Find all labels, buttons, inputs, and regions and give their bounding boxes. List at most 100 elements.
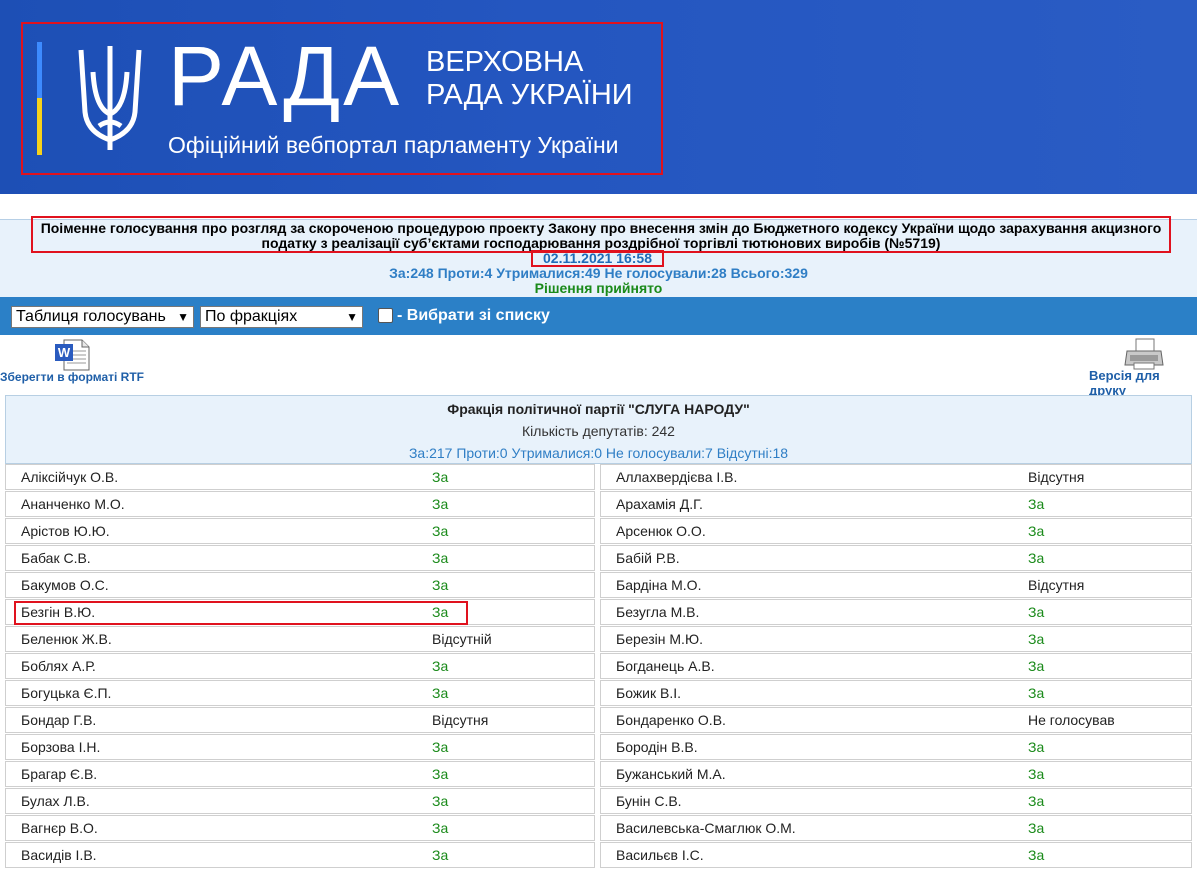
vote-value: За: [1028, 766, 1045, 782]
table-row: Безугла М.В. За: [600, 599, 1192, 625]
vote-value: За: [432, 469, 449, 485]
logo-block[interactable]: РАДА ВЕРХОВНА РАДА УКРАЇНИ Офіційний веб…: [21, 22, 663, 175]
vote-decision: Рішення прийнято: [534, 280, 663, 296]
vote-value: За: [432, 685, 449, 701]
choose-from-list-checkbox[interactable]: [378, 308, 393, 323]
vote-value: За: [1028, 631, 1045, 647]
table-row: Бондар Г.В. Відсутня: [5, 707, 595, 733]
trident-icon: [78, 46, 142, 150]
group-select[interactable]: По фракціях ▼: [200, 306, 363, 328]
group-select-value: По фракціях: [205, 308, 298, 325]
deputy-name: Васильєв І.С.: [616, 847, 704, 863]
vote-value: За: [432, 577, 449, 593]
chevron-down-icon: ▼: [346, 310, 358, 324]
table-row: Бакумов О.С. За: [5, 572, 595, 598]
table-row: Бужанський М.А. За: [600, 761, 1192, 787]
table-row: Васидів І.В. За: [5, 842, 595, 868]
deputy-name: Бунін С.В.: [616, 793, 682, 809]
logo-word: РАДА: [168, 29, 403, 123]
vote-value: За: [432, 766, 449, 782]
table-row: Бородін В.В. За: [600, 734, 1192, 760]
deputies-left-column: Аліксійчук О.В. За Ананченко М.О. За Аріст…: [5, 464, 595, 869]
table-row: Бунін С.В. За: [600, 788, 1192, 814]
deputy-name: Арахамія Д.Г.: [616, 496, 703, 512]
deputy-name: Бондаренко О.В.: [616, 712, 726, 728]
save-rtf-link[interactable]: Зберегти в форматі RTF: [0, 370, 144, 384]
table-row: Вагнєр В.О. За: [5, 815, 595, 841]
svg-text:W: W: [58, 345, 71, 360]
vote-value: За: [1028, 739, 1045, 755]
vote-value: За: [432, 847, 449, 863]
org-name: ВЕРХОВНА РАДА УКРАЇНИ: [426, 46, 633, 112]
deputy-name: Божик В.І.: [616, 685, 682, 701]
deputy-name: Арсенюк О.О.: [616, 523, 706, 539]
table-row: Березін М.Ю. За: [600, 626, 1192, 652]
table-row: Аліксійчук О.В. За: [5, 464, 595, 490]
table-row: Бабій Р.В. За: [600, 545, 1192, 571]
site-banner: РАДА ВЕРХОВНА РАДА УКРАЇНИ Офіційний веб…: [0, 0, 1197, 194]
table-row: Брагар Є.В. За: [5, 761, 595, 787]
deputies-right-column: Аллахвердієва І.В. Відсутня Арахамія Д.Г.…: [600, 464, 1192, 869]
vote-value: За: [1028, 847, 1045, 863]
row-highlight: [14, 601, 468, 625]
deputy-name: Бабак С.В.: [21, 550, 91, 566]
vote-value: За: [432, 523, 449, 539]
table-row: Беленюк Ж.В. Відсутній: [5, 626, 595, 652]
table-row: Боблях А.Р. За: [5, 653, 595, 679]
vote-value: За: [1028, 793, 1045, 809]
view-select-value: Таблиця голосувань: [16, 308, 166, 325]
word-document-icon[interactable]: W: [54, 339, 90, 371]
table-row: Булах Л.В. За: [5, 788, 595, 814]
vote-value: За: [432, 739, 449, 755]
table-row: Богуцька Є.П. За: [5, 680, 595, 706]
vote-value: За: [1028, 496, 1045, 512]
vote-value: За: [432, 550, 449, 566]
deputy-name: Аллахвердієва І.В.: [616, 469, 738, 485]
deputy-name: Бородін В.В.: [616, 739, 698, 755]
portal-title: Офіційний вебпортал парламенту України: [168, 132, 619, 158]
deputy-name: Безугла М.В.: [616, 604, 700, 620]
vote-value: Відсутня: [1028, 469, 1085, 485]
deputy-name: Васидів І.В.: [21, 847, 97, 863]
vote-value: Відсутня: [1028, 577, 1085, 593]
deputy-name: Брагар Є.В.: [21, 766, 98, 782]
print-version-link[interactable]: Версія для друку: [1089, 368, 1197, 398]
vote-value: За: [1028, 658, 1045, 674]
table-row: Богданець А.В. За: [600, 653, 1192, 679]
deputy-name: Боблях А.Р.: [21, 658, 96, 674]
vote-value: За: [1028, 820, 1045, 836]
deputy-name: Богуцька Є.П.: [21, 685, 112, 701]
deputy-name: Бужанський М.А.: [616, 766, 726, 782]
table-row: Бондаренко О.В. Не голосував: [600, 707, 1192, 733]
table-row: Арістов Ю.Ю. За: [5, 518, 595, 544]
deputy-name: Ананченко М.О.: [21, 496, 125, 512]
vote-value: Відсутня: [432, 712, 489, 728]
faction-count: Кількість депутатів: 242: [522, 423, 675, 439]
org-name-line2: РАДА УКРАЇНИ: [426, 79, 633, 111]
view-select[interactable]: Таблиця голосувань ▼: [11, 306, 194, 328]
deputy-name: Борзова І.Н.: [21, 739, 101, 755]
table-row: Васильєв І.С. За: [600, 842, 1192, 868]
vote-value: За: [1028, 550, 1045, 566]
table-row: Василевська-Смаглюк О.М. За: [600, 815, 1192, 841]
deputy-name: Булах Л.В.: [21, 793, 90, 809]
faction-name: Фракція політичної партії "СЛУГА НАРОДУ": [447, 401, 750, 417]
faction-header: Фракція політичної партії "СЛУГА НАРОДУ"…: [5, 395, 1192, 464]
deputy-name: Аліксійчук О.В.: [21, 469, 119, 485]
deputy-name: Беленюк Ж.В.: [21, 631, 112, 647]
table-row: Борзова І.Н. За: [5, 734, 595, 760]
vote-value: За: [1028, 685, 1045, 701]
table-row: Бардіна М.О. Відсутня: [600, 572, 1192, 598]
table-row: Божик В.І. За: [600, 680, 1192, 706]
deputy-name: Бабій Р.В.: [616, 550, 680, 566]
deputy-name: Арістов Ю.Ю.: [21, 523, 110, 539]
deputy-name: Березін М.Ю.: [616, 631, 703, 647]
printer-icon[interactable]: [1124, 337, 1164, 371]
vote-value: За: [1028, 523, 1045, 539]
table-row: Бабак С.В. За: [5, 545, 595, 571]
deputy-name: Бакумов О.С.: [21, 577, 109, 593]
deputy-name: Бардіна М.О.: [616, 577, 702, 593]
faction-summary: За:217 Проти:0 Утрималися:0 Не голосувал…: [408, 445, 789, 461]
vote-value: Відсутній: [432, 631, 492, 647]
choose-from-list-label[interactable]: - Вибрати зі списку: [397, 307, 550, 325]
